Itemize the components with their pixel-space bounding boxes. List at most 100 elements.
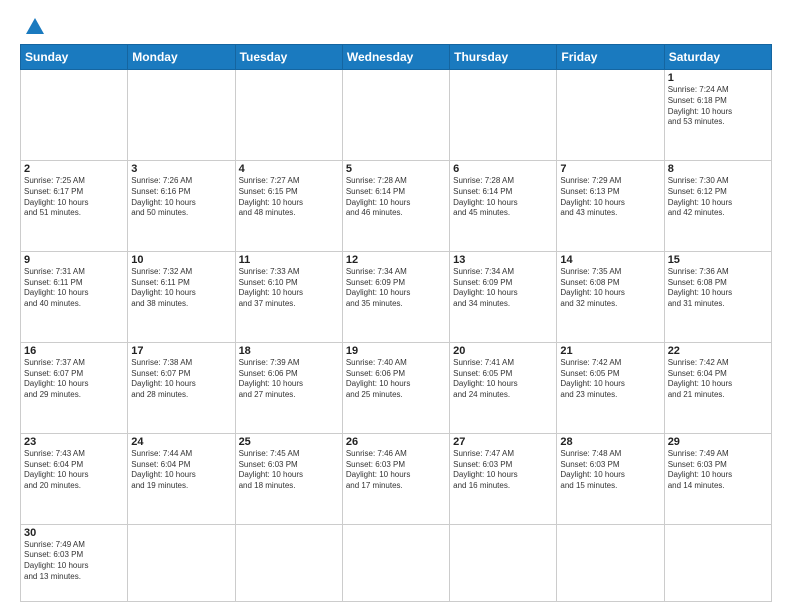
day-info: Sunrise: 7:42 AM Sunset: 6:04 PM Dayligh… — [668, 358, 768, 401]
day-info: Sunrise: 7:34 AM Sunset: 6:09 PM Dayligh… — [453, 267, 553, 310]
calendar-cell: 23Sunrise: 7:43 AM Sunset: 6:04 PM Dayli… — [21, 433, 128, 524]
day-number: 5 — [346, 163, 446, 175]
day-info: Sunrise: 7:49 AM Sunset: 6:03 PM Dayligh… — [668, 449, 768, 492]
calendar-header-wednesday: Wednesday — [342, 45, 449, 70]
calendar-week-row-0: 1Sunrise: 7:24 AM Sunset: 6:18 PM Daylig… — [21, 70, 772, 161]
day-info: Sunrise: 7:24 AM Sunset: 6:18 PM Dayligh… — [668, 85, 768, 128]
day-number: 15 — [668, 254, 768, 266]
calendar-cell: 7Sunrise: 7:29 AM Sunset: 6:13 PM Daylig… — [557, 160, 664, 251]
calendar-cell — [128, 524, 235, 601]
calendar-cell: 11Sunrise: 7:33 AM Sunset: 6:10 PM Dayli… — [235, 251, 342, 342]
day-number: 3 — [131, 163, 231, 175]
calendar-header-thursday: Thursday — [450, 45, 557, 70]
day-info: Sunrise: 7:48 AM Sunset: 6:03 PM Dayligh… — [560, 449, 660, 492]
day-number: 7 — [560, 163, 660, 175]
day-info: Sunrise: 7:46 AM Sunset: 6:03 PM Dayligh… — [346, 449, 446, 492]
calendar-week-row-5: 30Sunrise: 7:49 AM Sunset: 6:03 PM Dayli… — [21, 524, 772, 601]
calendar-cell — [21, 70, 128, 161]
day-number: 1 — [668, 72, 768, 84]
calendar-cell: 5Sunrise: 7:28 AM Sunset: 6:14 PM Daylig… — [342, 160, 449, 251]
calendar-cell: 26Sunrise: 7:46 AM Sunset: 6:03 PM Dayli… — [342, 433, 449, 524]
header — [20, 16, 772, 36]
calendar-cell — [450, 70, 557, 161]
day-number: 25 — [239, 436, 339, 448]
calendar-cell: 4Sunrise: 7:27 AM Sunset: 6:15 PM Daylig… — [235, 160, 342, 251]
day-number: 20 — [453, 345, 553, 357]
calendar-cell — [342, 70, 449, 161]
day-number: 19 — [346, 345, 446, 357]
day-info: Sunrise: 7:39 AM Sunset: 6:06 PM Dayligh… — [239, 358, 339, 401]
calendar-week-row-1: 2Sunrise: 7:25 AM Sunset: 6:17 PM Daylig… — [21, 160, 772, 251]
calendar-header-saturday: Saturday — [664, 45, 771, 70]
day-info: Sunrise: 7:27 AM Sunset: 6:15 PM Dayligh… — [239, 176, 339, 219]
day-info: Sunrise: 7:42 AM Sunset: 6:05 PM Dayligh… — [560, 358, 660, 401]
day-info: Sunrise: 7:44 AM Sunset: 6:04 PM Dayligh… — [131, 449, 231, 492]
calendar-cell — [128, 70, 235, 161]
day-number: 4 — [239, 163, 339, 175]
calendar-cell — [235, 524, 342, 601]
day-number: 2 — [24, 163, 124, 175]
day-number: 29 — [668, 436, 768, 448]
day-info: Sunrise: 7:31 AM Sunset: 6:11 PM Dayligh… — [24, 267, 124, 310]
calendar-cell: 6Sunrise: 7:28 AM Sunset: 6:14 PM Daylig… — [450, 160, 557, 251]
day-info: Sunrise: 7:49 AM Sunset: 6:03 PM Dayligh… — [24, 540, 124, 583]
day-number: 16 — [24, 345, 124, 357]
day-info: Sunrise: 7:47 AM Sunset: 6:03 PM Dayligh… — [453, 449, 553, 492]
day-info: Sunrise: 7:28 AM Sunset: 6:14 PM Dayligh… — [453, 176, 553, 219]
calendar-week-row-4: 23Sunrise: 7:43 AM Sunset: 6:04 PM Dayli… — [21, 433, 772, 524]
day-info: Sunrise: 7:41 AM Sunset: 6:05 PM Dayligh… — [453, 358, 553, 401]
calendar-cell — [557, 524, 664, 601]
calendar-cell: 16Sunrise: 7:37 AM Sunset: 6:07 PM Dayli… — [21, 342, 128, 433]
day-number: 22 — [668, 345, 768, 357]
calendar-cell — [450, 524, 557, 601]
day-info: Sunrise: 7:30 AM Sunset: 6:12 PM Dayligh… — [668, 176, 768, 219]
day-info: Sunrise: 7:35 AM Sunset: 6:08 PM Dayligh… — [560, 267, 660, 310]
calendar-cell — [342, 524, 449, 601]
calendar-cell: 3Sunrise: 7:26 AM Sunset: 6:16 PM Daylig… — [128, 160, 235, 251]
day-number: 8 — [668, 163, 768, 175]
calendar-cell: 20Sunrise: 7:41 AM Sunset: 6:05 PM Dayli… — [450, 342, 557, 433]
day-number: 11 — [239, 254, 339, 266]
calendar-week-row-3: 16Sunrise: 7:37 AM Sunset: 6:07 PM Dayli… — [21, 342, 772, 433]
day-number: 23 — [24, 436, 124, 448]
day-number: 28 — [560, 436, 660, 448]
calendar-header-sunday: Sunday — [21, 45, 128, 70]
day-number: 18 — [239, 345, 339, 357]
day-info: Sunrise: 7:26 AM Sunset: 6:16 PM Dayligh… — [131, 176, 231, 219]
day-number: 17 — [131, 345, 231, 357]
day-info: Sunrise: 7:28 AM Sunset: 6:14 PM Dayligh… — [346, 176, 446, 219]
day-info: Sunrise: 7:36 AM Sunset: 6:08 PM Dayligh… — [668, 267, 768, 310]
day-info: Sunrise: 7:38 AM Sunset: 6:07 PM Dayligh… — [131, 358, 231, 401]
calendar-cell — [664, 524, 771, 601]
calendar-cell: 13Sunrise: 7:34 AM Sunset: 6:09 PM Dayli… — [450, 251, 557, 342]
day-number: 24 — [131, 436, 231, 448]
calendar-cell: 21Sunrise: 7:42 AM Sunset: 6:05 PM Dayli… — [557, 342, 664, 433]
calendar-cell: 9Sunrise: 7:31 AM Sunset: 6:11 PM Daylig… — [21, 251, 128, 342]
day-info: Sunrise: 7:32 AM Sunset: 6:11 PM Dayligh… — [131, 267, 231, 310]
calendar-header-tuesday: Tuesday — [235, 45, 342, 70]
day-number: 26 — [346, 436, 446, 448]
calendar-cell: 18Sunrise: 7:39 AM Sunset: 6:06 PM Dayli… — [235, 342, 342, 433]
calendar-header-monday: Monday — [128, 45, 235, 70]
day-number: 14 — [560, 254, 660, 266]
calendar-header-friday: Friday — [557, 45, 664, 70]
calendar-cell: 15Sunrise: 7:36 AM Sunset: 6:08 PM Dayli… — [664, 251, 771, 342]
calendar-cell: 22Sunrise: 7:42 AM Sunset: 6:04 PM Dayli… — [664, 342, 771, 433]
calendar-header-row: SundayMondayTuesdayWednesdayThursdayFrid… — [21, 45, 772, 70]
calendar-week-row-2: 9Sunrise: 7:31 AM Sunset: 6:11 PM Daylig… — [21, 251, 772, 342]
day-info: Sunrise: 7:45 AM Sunset: 6:03 PM Dayligh… — [239, 449, 339, 492]
calendar-cell: 24Sunrise: 7:44 AM Sunset: 6:04 PM Dayli… — [128, 433, 235, 524]
calendar-cell: 14Sunrise: 7:35 AM Sunset: 6:08 PM Dayli… — [557, 251, 664, 342]
calendar-cell: 17Sunrise: 7:38 AM Sunset: 6:07 PM Dayli… — [128, 342, 235, 433]
calendar-cell: 19Sunrise: 7:40 AM Sunset: 6:06 PM Dayli… — [342, 342, 449, 433]
day-number: 9 — [24, 254, 124, 266]
calendar-cell: 30Sunrise: 7:49 AM Sunset: 6:03 PM Dayli… — [21, 524, 128, 601]
day-info: Sunrise: 7:29 AM Sunset: 6:13 PM Dayligh… — [560, 176, 660, 219]
calendar-cell: 28Sunrise: 7:48 AM Sunset: 6:03 PM Dayli… — [557, 433, 664, 524]
day-number: 10 — [131, 254, 231, 266]
page: SundayMondayTuesdayWednesdayThursdayFrid… — [0, 0, 792, 612]
calendar-cell: 8Sunrise: 7:30 AM Sunset: 6:12 PM Daylig… — [664, 160, 771, 251]
calendar-cell: 2Sunrise: 7:25 AM Sunset: 6:17 PM Daylig… — [21, 160, 128, 251]
calendar-cell — [557, 70, 664, 161]
day-info: Sunrise: 7:43 AM Sunset: 6:04 PM Dayligh… — [24, 449, 124, 492]
